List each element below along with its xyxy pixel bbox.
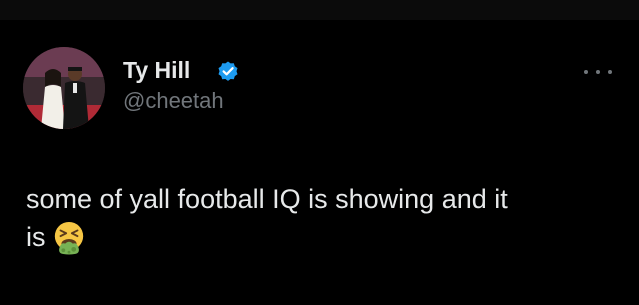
user-handle[interactable]: @cheetah (123, 87, 224, 115)
top-bar (0, 0, 639, 20)
tweet-card[interactable]: Ty Hill @cheetah some of yall football I… (0, 20, 639, 305)
more-horizontal-icon[interactable] (582, 60, 614, 84)
more-dot (596, 70, 600, 74)
tweet-text-line-1: some of yall football IQ is showing and … (26, 184, 508, 214)
tweet-text: some of yall football IQ is showing and … (26, 180, 616, 256)
display-name[interactable]: Ty Hill (123, 56, 190, 84)
vomiting-face-emoji-icon (54, 221, 83, 255)
avatar[interactable] (23, 47, 105, 129)
profile-photo-icon (23, 47, 105, 129)
more-dot (584, 70, 588, 74)
more-dot (608, 70, 612, 74)
tweet-text-line-2: is (26, 222, 46, 252)
verified-badge-icon[interactable] (216, 59, 240, 83)
